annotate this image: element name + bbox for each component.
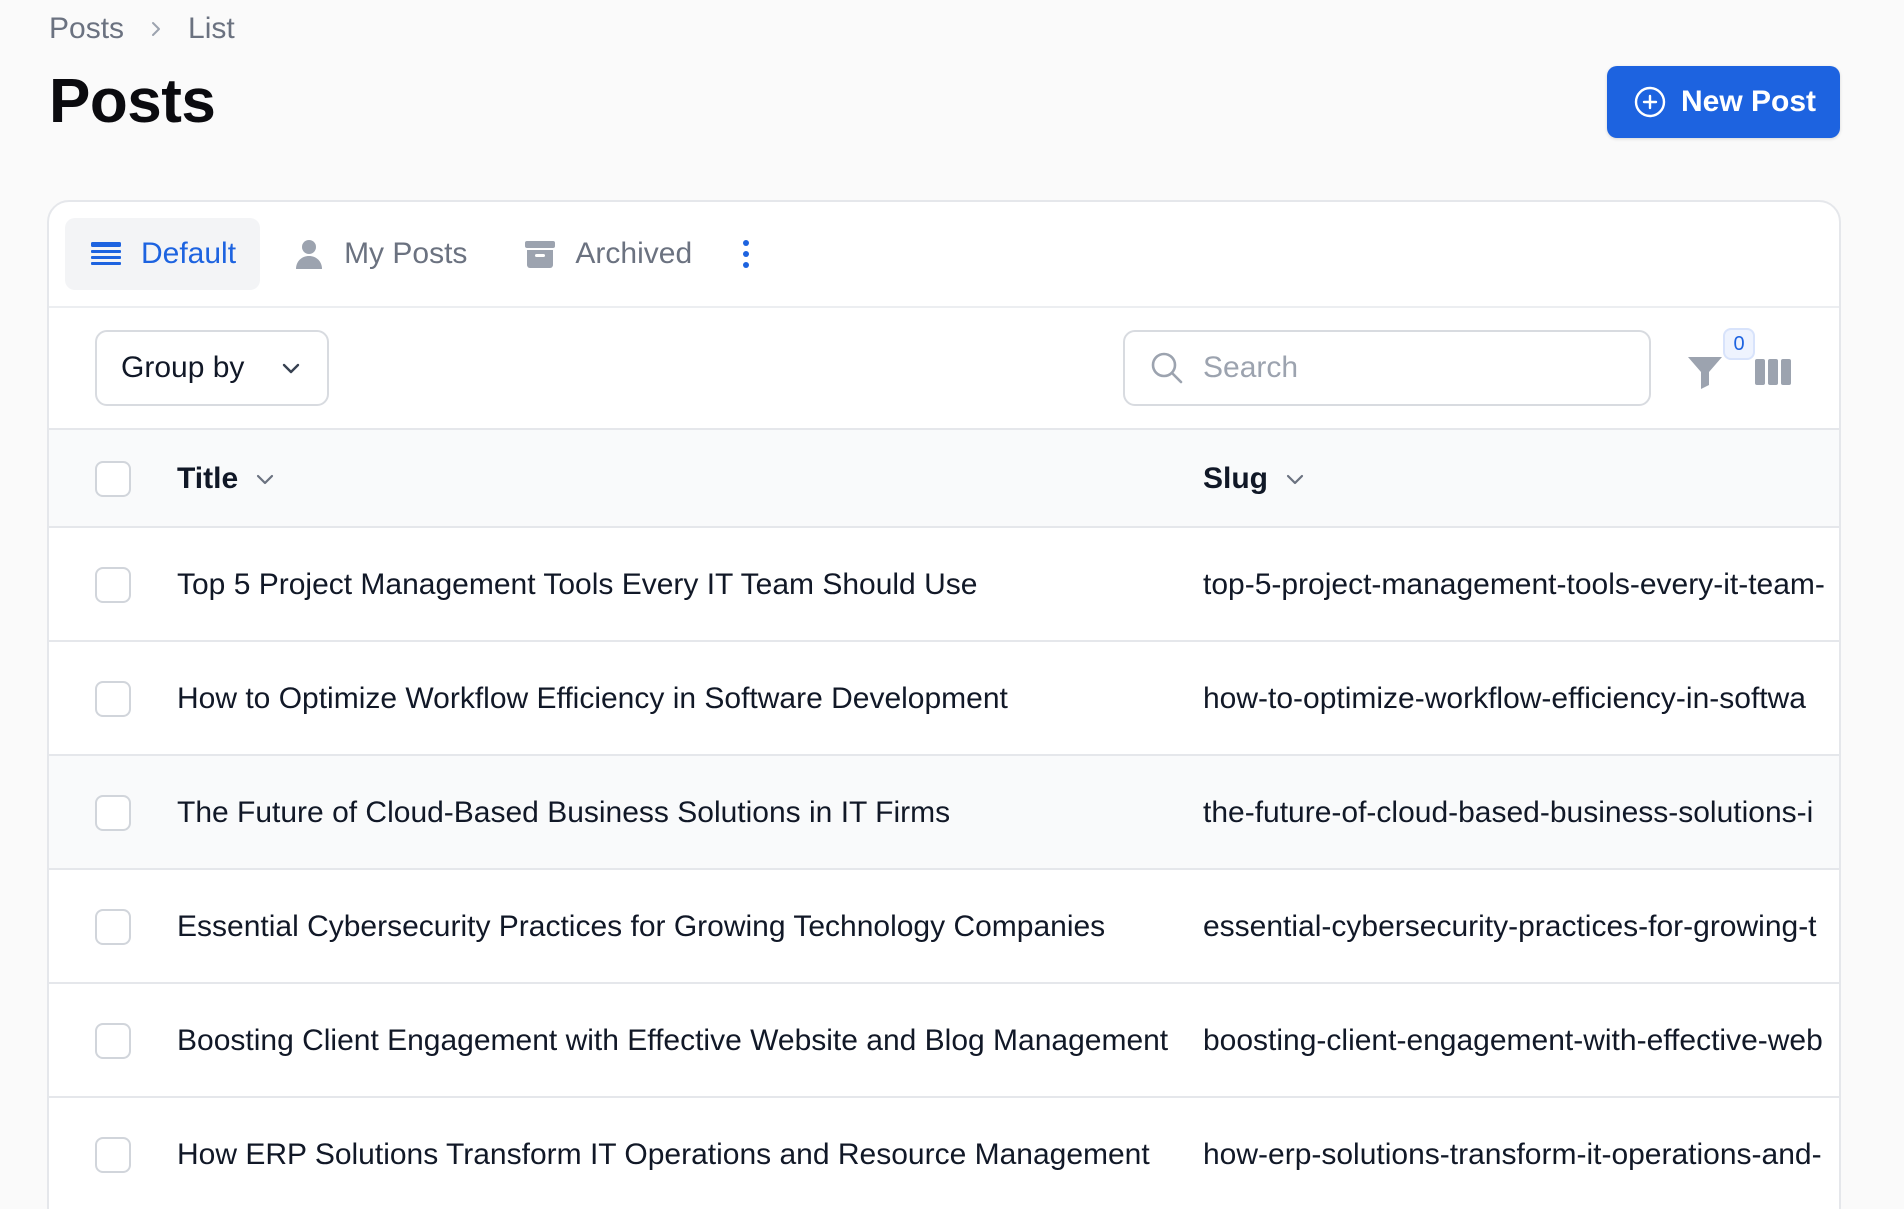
- tab-default-label: Default: [141, 237, 237, 270]
- tab-my-posts-label: My Posts: [344, 237, 468, 270]
- table-row[interactable]: Top 5 Project Management Tools Every IT …: [49, 528, 1839, 642]
- row-checkbox[interactable]: [95, 567, 131, 603]
- posts-table-card: Default My Posts Archived Group by Searc…: [47, 200, 1841, 1209]
- search-input[interactable]: [1203, 351, 1643, 385]
- search-icon: [1151, 352, 1183, 384]
- row-checkbox[interactable]: [95, 1137, 131, 1173]
- page-title: Posts: [49, 67, 216, 136]
- chevron-down-icon: [257, 474, 274, 485]
- more-views-button[interactable]: [724, 218, 768, 290]
- breadcrumb: Posts List: [49, 12, 235, 46]
- row-checkbox[interactable]: [95, 1023, 131, 1059]
- tab-default[interactable]: Default: [65, 218, 261, 290]
- more-vertical-icon: [743, 240, 750, 268]
- toggle-columns-button[interactable]: [1749, 348, 1797, 396]
- column-title-label: Title: [177, 462, 239, 495]
- search-box: [1123, 330, 1651, 406]
- row-slug: boosting-client-engagement-with-effectiv…: [1203, 1024, 1823, 1057]
- column-header-title[interactable]: Title: [177, 430, 276, 528]
- row-slug: the-future-of-cloud-based-business-solut…: [1203, 796, 1814, 829]
- chevron-down-icon: [282, 363, 300, 374]
- column-slug-label: Slug: [1203, 462, 1268, 495]
- filter-icon: [1688, 357, 1722, 389]
- plus-circle-icon: [1634, 86, 1666, 118]
- tab-archived[interactable]: Archived: [499, 218, 716, 290]
- table-row[interactable]: How ERP Solutions Transform IT Operation…: [49, 1098, 1839, 1209]
- breadcrumb-posts[interactable]: Posts: [49, 12, 124, 46]
- select-all-checkbox[interactable]: [95, 461, 131, 497]
- posts-list-page: Posts List Posts New Post Default My Pos…: [0, 0, 1904, 1209]
- row-checkbox[interactable]: [95, 795, 131, 831]
- row-title: How to Optimize Workflow Efficiency in S…: [177, 682, 1008, 715]
- chevron-right-icon: [152, 22, 161, 36]
- row-slug: how-erp-solutions-transform-it-operation…: [1203, 1138, 1822, 1171]
- tab-archived-label: Archived: [575, 237, 693, 270]
- row-title: Boosting Client Engagement with Effectiv…: [177, 1024, 1169, 1057]
- row-slug: top-5-project-management-tools-every-it-…: [1203, 568, 1825, 601]
- row-slug: essential-cybersecurity-practices-for-gr…: [1203, 910, 1817, 943]
- table-row[interactable]: How to Optimize Workflow Efficiency in S…: [49, 642, 1839, 756]
- user-icon: [296, 240, 323, 269]
- list-icon: [91, 242, 121, 265]
- group-by-label: Group by: [121, 351, 245, 384]
- table-row[interactable]: Boosting Client Engagement with Effectiv…: [49, 984, 1839, 1098]
- row-title: Essential Cybersecurity Practices for Gr…: [177, 910, 1106, 943]
- row-checkbox[interactable]: [95, 681, 131, 717]
- row-checkbox[interactable]: [95, 909, 131, 945]
- archive-icon: [525, 241, 556, 268]
- tab-my-posts[interactable]: My Posts: [268, 218, 491, 290]
- row-slug: how-to-optimize-workflow-efficiency-in-s…: [1203, 682, 1806, 715]
- columns-icon: [1755, 359, 1791, 385]
- column-header-slug[interactable]: Slug: [1203, 430, 1306, 528]
- view-tabs: Default My Posts Archived: [49, 202, 1839, 308]
- row-title: The Future of Cloud-Based Business Solut…: [177, 796, 951, 829]
- breadcrumb-list[interactable]: List: [188, 12, 235, 46]
- new-post-label: New Post: [1680, 85, 1816, 118]
- row-title: How ERP Solutions Transform IT Operation…: [177, 1138, 1150, 1171]
- new-post-button[interactable]: New Post: [1606, 66, 1840, 138]
- table-toolbar: Group by 0: [49, 308, 1839, 430]
- table-row[interactable]: The Future of Cloud-Based Business Solut…: [49, 756, 1839, 870]
- table-row[interactable]: Essential Cybersecurity Practices for Gr…: [49, 870, 1839, 984]
- chevron-down-icon: [1286, 474, 1304, 485]
- table-header: Title Slug: [49, 430, 1839, 528]
- row-title: Top 5 Project Management Tools Every IT …: [177, 568, 978, 601]
- group-by-dropdown[interactable]: Group by: [95, 330, 329, 406]
